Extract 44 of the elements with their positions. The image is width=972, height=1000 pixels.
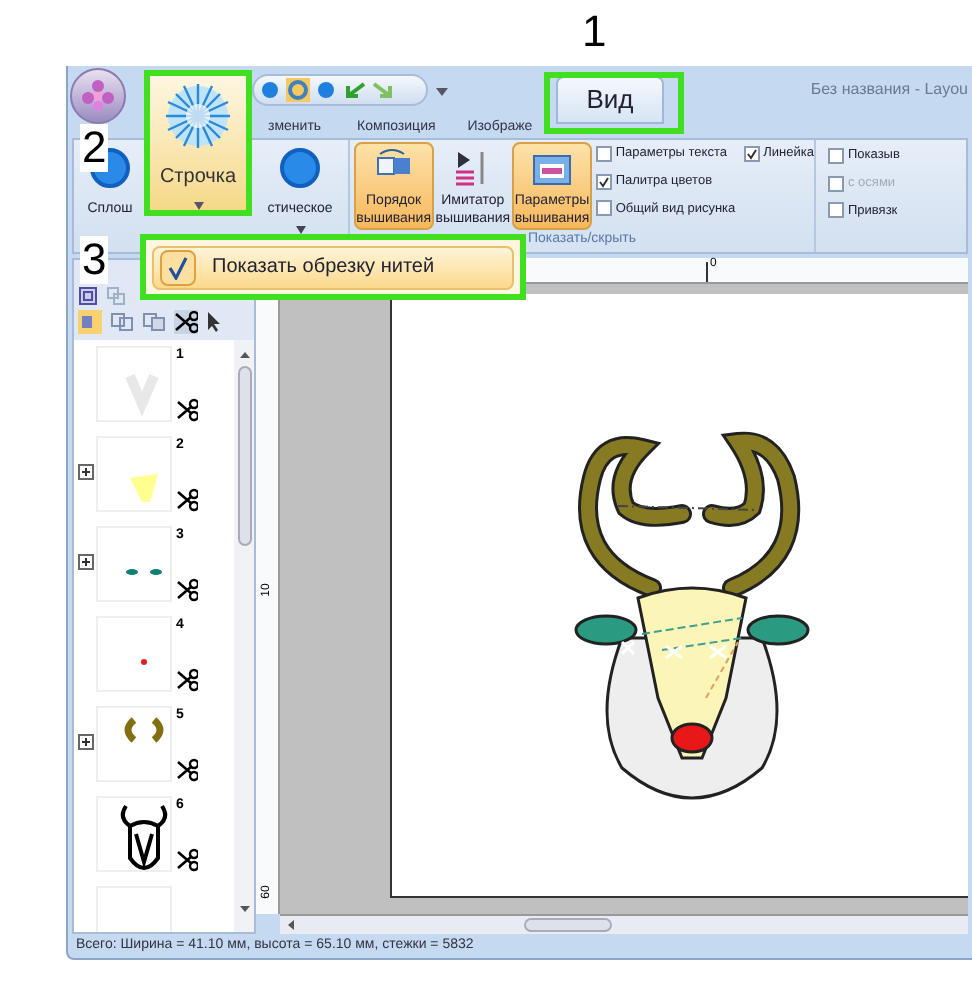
select-frame-icon (78, 286, 98, 306)
dropdown-caret-icon (436, 84, 448, 96)
callout-number: 1 (580, 8, 609, 56)
group-icon (106, 286, 126, 306)
scissors-icon (176, 848, 198, 872)
up-arrow-icon (239, 352, 249, 358)
app-menu-button[interactable] (70, 68, 126, 124)
scrollbar[interactable] (234, 340, 254, 932)
down-arrow-icon (239, 906, 249, 912)
scrollbar[interactable] (280, 914, 968, 934)
scissors-icon (176, 578, 198, 602)
window-title: Без названия - Layou (810, 78, 970, 102)
stitch-style-button[interactable]: Строчка (144, 70, 252, 216)
thumbnail[interactable] (96, 526, 172, 602)
circle-icon (316, 80, 336, 100)
thumbnail[interactable] (96, 436, 172, 512)
scissors-icon (174, 310, 198, 334)
dropdown-caret-icon (193, 202, 203, 210)
thumbnail[interactable] (96, 616, 172, 692)
redo-arrow-icon (372, 80, 396, 100)
highlight-frame (544, 72, 684, 134)
scissors-icon (176, 398, 198, 422)
checkmark-icon (597, 175, 610, 188)
thumbnail[interactable] (96, 706, 172, 782)
ribbon-tab[interactable]: Вид (556, 76, 664, 124)
layers-icon (78, 310, 102, 334)
scissors-icon (176, 668, 198, 692)
thumbnail[interactable] (96, 796, 172, 872)
callout-number: 3 (80, 236, 109, 284)
ring-icon (276, 144, 324, 192)
scissors-icon (176, 488, 198, 512)
group-icon (110, 310, 134, 334)
callout-number: 2 (80, 124, 109, 172)
checkmark-icon (168, 255, 188, 279)
flower-icon (82, 80, 114, 112)
scissors-icon (176, 758, 198, 782)
circle-icon (260, 80, 280, 100)
pointer-icon (206, 312, 222, 332)
ungroup-icon (142, 310, 166, 334)
undo-arrow-icon (342, 80, 366, 100)
menu-item[interactable]: Показать обрезку нитей (140, 234, 526, 300)
left-arrow-icon (288, 920, 294, 930)
stitched-circle-icon (164, 82, 232, 150)
checkmark-icon (745, 147, 758, 160)
